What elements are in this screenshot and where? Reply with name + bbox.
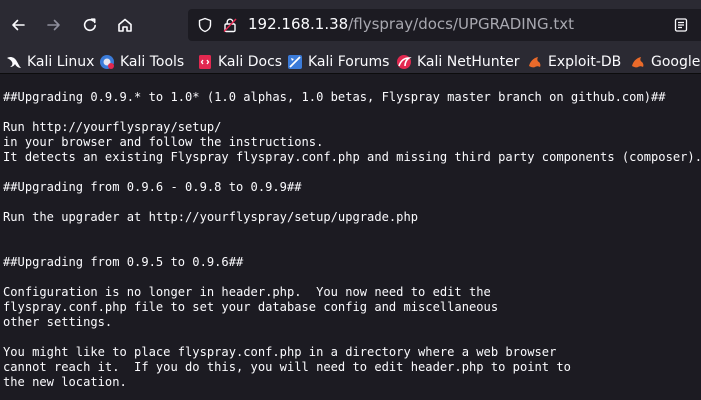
reader-view-icon[interactable]: [673, 17, 689, 33]
document-viewport[interactable]: ##Upgrading 0.9.9.* to 1.0* (1.0 alphas,…: [0, 74, 701, 400]
reload-button[interactable]: [77, 12, 103, 38]
address-bar[interactable]: 192.168.1.38/flyspray/docs/UPGRADING.txt: [188, 9, 701, 41]
doc-line: flyspray.conf.php file to set your datab…: [3, 300, 499, 314]
bookmarks-toolbar: Kali Linux Kali Tools Kali Docs Kali For…: [0, 50, 701, 74]
home-icon: [118, 18, 132, 32]
bookmark-kali-tools[interactable]: Kali Tools: [99, 52, 184, 72]
doc-line: ##Upgrading 0.9.9.* to 1.0* (1.0 alphas,…: [3, 90, 666, 104]
doc-line: Configuration is no longer in header.php…: [3, 285, 491, 299]
shield-icon[interactable]: [197, 17, 213, 33]
ghdb-icon: [632, 57, 644, 68]
exploit-db-icon: [529, 57, 541, 68]
doc-line: other settings.: [3, 315, 113, 329]
doc-line: You might like to place flyspray.conf.ph…: [3, 345, 557, 359]
kali-dragon-icon: [7, 56, 21, 68]
doc-line: ##Upgrading from 0.9.5 to 0.9.6##: [3, 255, 244, 269]
arrow-left-icon: [12, 19, 25, 31]
bookmark-kali-forums[interactable]: Kali Forums: [287, 52, 389, 72]
doc-line: Run the upgrader at http://yourflyspray/…: [3, 210, 419, 224]
bookmark-kali-nethunter[interactable]: Kali NetHunter: [396, 52, 519, 72]
doc-line: ##Upgrading from 0.9.6 - 0.9.8 to 0.9.9#…: [3, 180, 302, 194]
bookmark-kali-linux[interactable]: Kali Linux: [6, 52, 94, 72]
doc-line: cannot reach it. If you do this, you wil…: [3, 360, 571, 374]
kali-docs-icon: [199, 55, 211, 69]
bookmark-label: Kali NetHunter: [417, 54, 520, 70]
forward-button[interactable]: [41, 12, 67, 38]
reload-icon: [83, 18, 96, 32]
doc-line: It detects an existing Flyspray flyspray…: [3, 150, 701, 164]
kali-forums-icon: [288, 55, 302, 69]
bookmark-label: Exploit-DB: [548, 54, 622, 70]
back-button[interactable]: [5, 12, 31, 38]
doc-line: Run http://yourflyspray/setup/: [3, 120, 222, 134]
bookmark-google-hacking-db[interactable]: Google Hacking DB: [630, 52, 701, 72]
url-path: /flyspray/docs/UPGRADING.txt: [348, 15, 574, 33]
document-text: ##Upgrading 0.9.9.* to 1.0* (1.0 alphas,…: [0, 74, 701, 390]
bookmark-label: Kali Forums: [308, 54, 390, 70]
bookmark-label: Kali Docs: [218, 54, 283, 70]
home-button[interactable]: [112, 12, 138, 38]
bookmark-kali-docs[interactable]: Kali Docs: [197, 52, 282, 72]
bookmark-label: Kali Tools: [120, 54, 185, 70]
bookmark-label: Kali Linux: [27, 54, 95, 70]
doc-line: in your browser and follow the instructi…: [3, 135, 324, 149]
doc-line: the new location.: [3, 375, 127, 389]
bookmark-exploit-db[interactable]: Exploit-DB: [527, 52, 621, 72]
bookmark-label: Google Hacking DB: [651, 54, 701, 70]
insecure-lock-icon[interactable]: [222, 17, 238, 33]
arrow-right-icon: [47, 19, 60, 31]
url-host: 192.168.1.38: [248, 15, 349, 33]
kali-tools-icon: [100, 55, 114, 69]
url-text[interactable]: 192.168.1.38/flyspray/docs/UPGRADING.txt: [248, 15, 574, 33]
browser-toolbar: 192.168.1.38/flyspray/docs/UPGRADING.txt: [0, 0, 701, 50]
nethunter-icon: [397, 55, 412, 69]
